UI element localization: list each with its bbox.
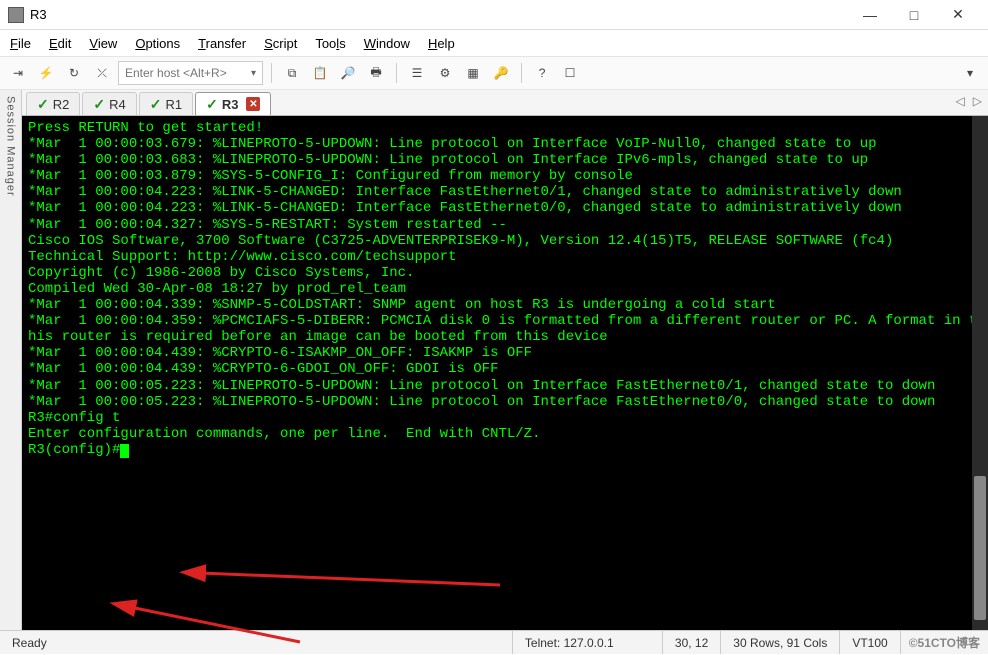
chevron-down-icon[interactable]: ▾ [251,68,256,79]
scrollbar-thumb[interactable] [974,476,986,620]
terminal-line: Technical Support: http://www.cisco.com/… [28,249,982,265]
scrollbar[interactable] [972,116,988,630]
terminal-line: *Mar 1 00:00:04.359: %PCMCIAFS-5-DIBERR:… [28,313,982,345]
terminal-line: Cisco IOS Software, 3700 Software (C3725… [28,233,982,249]
menu-file[interactable]: File [10,36,31,51]
app-icon [8,7,24,23]
terminal-line: *Mar 1 00:00:04.223: %LINK-5-CHANGED: In… [28,200,982,216]
tab-label: R2 [53,97,70,112]
window-title: R3 [30,7,47,22]
cursor [120,444,129,458]
terminal-line: Compiled Wed 30-Apr-08 18:27 by prod_rel… [28,281,982,297]
titlebar: R3 — □ ✕ [0,0,988,30]
terminal-line: Press RETURN to get started! [28,120,982,136]
tab-prev-icon[interactable]: ◁ [956,94,965,108]
check-icon: ✓ [150,97,162,111]
terminal-line: *Mar 1 00:00:04.439: %CRYPTO-6-ISAKMP_ON… [28,345,982,361]
terminal-line: *Mar 1 00:00:04.339: %SNMP-5-COLDSTART: … [28,297,982,313]
session-manager-sidebar[interactable]: Session Manager [0,90,22,630]
session-manager-label: Session Manager [5,96,17,197]
terminal-line: *Mar 1 00:00:04.439: %CRYPTO-6-GDOI_ON_O… [28,361,982,377]
separator [521,63,522,83]
minimize-button[interactable]: — [848,1,892,29]
terminal-line: Copyright (c) 1986-2008 by Cisco Systems… [28,265,982,281]
host-field[interactable]: ▾ [118,61,263,85]
terminal-line: R3(config)# [28,442,982,458]
tab-label: R1 [165,97,182,112]
menu-edit[interactable]: Edit [49,36,71,51]
menubar: File Edit View Options Transfer Script T… [0,30,988,56]
status-dimensions: 30 Rows, 91 Cols [721,631,840,654]
terminal-line: *Mar 1 00:00:04.327: %SYS-5-RESTART: Sys… [28,217,982,233]
copy-icon[interactable]: ⧉ [280,61,304,85]
menu-window[interactable]: Window [364,36,410,51]
quick-connect-icon[interactable]: ⚡ [34,61,58,85]
menu-view[interactable]: View [89,36,117,51]
connect-icon[interactable]: ⇥ [6,61,30,85]
toolbar: ⇥ ⚡ ↻ ⤫ ▾ ⧉ 📋 🔎 🖶 ☰ ⚙ ▦ 🔑 ? ☐ ▾ [0,56,988,90]
terminal-line: *Mar 1 00:00:03.879: %SYS-5-CONFIG_I: Co… [28,168,982,184]
properties-icon[interactable]: ☰ [405,61,429,85]
terminal[interactable]: Press RETURN to get started!*Mar 1 00:00… [22,116,988,630]
watermark: ©51CTO博客 [901,634,988,651]
status-cursor-pos: 30, 12 [663,631,721,654]
close-tab-icon[interactable]: ✕ [246,97,260,111]
main-panel: ✓R2 ✓R4 ✓R1 ✓R3✕ ◁ ▷ Press RETURN to get… [22,90,988,630]
key-icon[interactable]: 🔑 [489,61,513,85]
separator [396,63,397,83]
tab-next-icon[interactable]: ▷ [973,94,982,108]
tab-r3[interactable]: ✓ R3 ✕ [195,92,271,115]
find-icon[interactable]: 🔎 [336,61,360,85]
help-icon[interactable]: ? [530,61,554,85]
maximize-button[interactable]: □ [892,1,936,29]
tab-r4[interactable]: ✓ R4 [82,92,136,115]
statusbar: Ready Telnet: 127.0.0.1 30, 12 30 Rows, … [0,630,988,654]
check-icon: ✓ [37,97,49,111]
terminal-line: Enter configuration commands, one per li… [28,426,982,442]
print-icon[interactable]: 🖶 [364,61,388,85]
menu-tools[interactable]: Tools [315,36,345,51]
tab-label: R4 [109,97,126,112]
disconnect-icon[interactable]: ⤫ [90,61,114,85]
work-area: Session Manager ✓R2 ✓R4 ✓R1 ✓R3✕ ◁ ▷ Pre… [0,90,988,630]
session-tabs: ✓R2 ✓R4 ✓R1 ✓R3✕ ◁ ▷ [22,90,988,116]
toolbar-overflow-icon[interactable]: ▾ [958,61,982,85]
separator [271,63,272,83]
terminal-line: R3#config t [28,410,982,426]
status-connection: Telnet: 127.0.0.1 [513,631,663,654]
close-button[interactable]: ✕ [936,1,980,29]
menu-help[interactable]: Help [428,36,455,51]
check-icon: ✓ [93,97,105,111]
terminal-line: *Mar 1 00:00:03.683: %LINEPROTO-5-UPDOWN… [28,152,982,168]
status-terminal-type: VT100 [840,631,900,654]
menu-options[interactable]: Options [135,36,180,51]
terminal-line: *Mar 1 00:00:05.223: %LINEPROTO-5-UPDOWN… [28,394,982,410]
tab-r2[interactable]: ✓ R2 [26,92,80,115]
session-icon[interactable]: ▦ [461,61,485,85]
gear-icon[interactable]: ⚙ [433,61,457,85]
status-ready: Ready [0,631,513,654]
tab-label: R3 [222,97,239,112]
menu-transfer[interactable]: Transfer [198,36,246,51]
toggle-icon[interactable]: ☐ [558,61,582,85]
terminal-line: *Mar 1 00:00:04.223: %LINK-5-CHANGED: In… [28,184,982,200]
reconnect-icon[interactable]: ↻ [62,61,86,85]
paste-icon[interactable]: 📋 [308,61,332,85]
host-input[interactable] [125,66,245,80]
terminal-line: *Mar 1 00:00:05.223: %LINEPROTO-5-UPDOWN… [28,378,982,394]
check-icon: ✓ [206,97,218,111]
menu-script[interactable]: Script [264,36,297,51]
tab-r1[interactable]: ✓R1 [139,92,193,115]
terminal-line: *Mar 1 00:00:03.679: %LINEPROTO-5-UPDOWN… [28,136,982,152]
